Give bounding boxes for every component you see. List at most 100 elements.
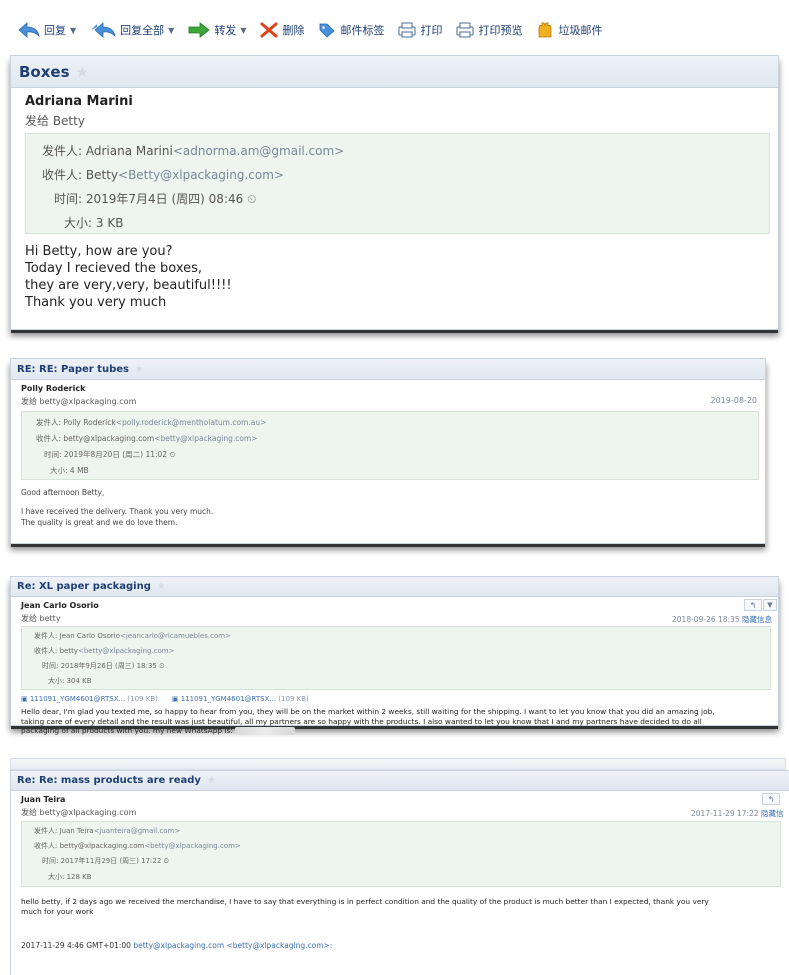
- to-email[interactable]: <betty@xlpackaging.com>: [154, 434, 257, 443]
- time-row: 时间: 2018年9月26日 (周三) 18:35 ⏲: [42, 661, 165, 671]
- delete-label: 删除: [282, 24, 305, 37]
- sender-name[interactable]: Jean Carlo Osorio: [21, 601, 99, 610]
- partial-top-strip: [10, 758, 786, 770]
- from-name[interactable]: Juan Teira: [60, 827, 94, 835]
- attachment-item[interactable]: ▣ 111091_YGM4601@RTSX... (109 KB): [21, 695, 158, 703]
- email-date: 2017-11-29 17:22 隐藏信: [691, 808, 783, 819]
- attachment-size: (109 KB): [127, 695, 158, 703]
- body-line: Thank you very much: [25, 295, 167, 310]
- reply-small-button[interactable]: ↰: [762, 793, 780, 805]
- sender-name[interactable]: Adriana Marini: [25, 94, 133, 109]
- spam-button[interactable]: 垃圾邮件: [536, 22, 602, 38]
- clock-icon[interactable]: ⏲: [164, 857, 169, 865]
- hide-info-link[interactable]: 隐藏信: [761, 809, 784, 818]
- subject-bar: Boxes ★: [11, 56, 778, 88]
- time-row: 时间: 2017年11月29日 (周三) 17:22 ⏲: [42, 856, 169, 866]
- size-value: 304 KB: [66, 677, 92, 685]
- attachment-name[interactable]: 111091_YGM4601@RTSX...: [181, 695, 276, 703]
- from-email[interactable]: <jeancarlo@ricamuebles.com>: [120, 632, 231, 640]
- size-row: 大小: 128 KB: [48, 872, 92, 882]
- time-row: 时间: 2019年8月20日 (周二) 11:02 ⏲: [44, 449, 175, 460]
- sender-name[interactable]: Juan Teira: [21, 795, 65, 804]
- from-label: 发件人:: [34, 827, 58, 835]
- chevron-down-icon[interactable]: ▼: [70, 26, 76, 35]
- printer-icon: [398, 22, 416, 38]
- clock-icon[interactable]: ⏲: [159, 662, 164, 670]
- body-line-with-redaction: packaging of all products with you. my n…: [21, 726, 773, 736]
- spam-icon: [539, 22, 552, 38]
- to-email[interactable]: <betty@xlpackaging.com>: [78, 647, 174, 655]
- from-email[interactable]: <adnorma.am@gmail.com>: [173, 144, 344, 158]
- from-row: 发件人: Adriana Marini<adnorma.am@gmail.com…: [42, 142, 344, 159]
- reply-all-label: 回复全部: [120, 24, 165, 37]
- hide-info-link[interactable]: 隐藏信息: [742, 615, 772, 624]
- reply-small-button[interactable]: ↰: [744, 599, 762, 611]
- quote-prefix: 2017-11-29 4:46 GMT+01:00: [21, 941, 131, 950]
- to-email[interactable]: <Betty@xlpackaging.com>: [118, 168, 284, 182]
- star-icon[interactable]: ★: [76, 63, 89, 81]
- body-line: taking care of every detail and the resu…: [21, 716, 702, 726]
- from-email[interactable]: <juanteira@gmail.com>: [94, 827, 181, 835]
- print-preview-button[interactable]: 打印预览: [456, 22, 522, 38]
- star-icon[interactable]: ★: [135, 364, 144, 375]
- attachment-item[interactable]: ▣ 111091_YGM4601@RTSX... (109 KB): [172, 695, 309, 703]
- from-name[interactable]: Adriana Marini: [86, 144, 173, 158]
- subject-title: RE: RE: Paper tubes: [17, 363, 129, 375]
- to-label: 收件人:: [42, 168, 83, 182]
- email-panel-2: RE: RE: Paper tubes ★ Polly Roderick 发给 …: [10, 358, 766, 544]
- reply-button[interactable]: 回复 ▼: [18, 22, 76, 38]
- image-file-icon: ▣: [21, 695, 28, 703]
- print-button[interactable]: 打印: [398, 22, 442, 38]
- body-line: much for your work: [21, 907, 94, 916]
- subject-bar: Re: XL paper packaging ★: [11, 577, 778, 597]
- chevron-down-icon[interactable]: ▼: [240, 26, 246, 35]
- forward-button[interactable]: 转发 ▼: [188, 22, 246, 38]
- email-panel-3: Re: XL paper packaging ★ Jean Carlo Osor…: [10, 576, 779, 735]
- from-name[interactable]: Jean Carlo Osorio: [60, 632, 120, 640]
- recipient-line: 发给 betty: [21, 614, 61, 623]
- chevron-down-icon[interactable]: ▼: [168, 26, 174, 35]
- to-label: 收件人:: [36, 434, 62, 443]
- to-row: 收件人: Betty<Betty@xlpackaging.com>: [42, 166, 284, 183]
- reply-label: 回复: [44, 24, 66, 37]
- clock-icon[interactable]: ⏲: [169, 450, 175, 459]
- to-name[interactable]: betty@xlpackaging.com: [63, 434, 154, 443]
- header-details: 发件人: Polly Roderick<polly.roderick@menth…: [21, 411, 759, 480]
- email-date: 2018-09-26 18:35 隐藏信息: [672, 614, 772, 625]
- attachment-name[interactable]: 111091_YGM4601@RTSX...: [30, 695, 125, 703]
- to-name[interactable]: betty@xlpackaging.com: [60, 842, 145, 850]
- delete-button[interactable]: 删除: [260, 22, 304, 38]
- time-label: 时间:: [54, 192, 83, 206]
- spam-label: 垃圾邮件: [558, 24, 603, 37]
- star-icon[interactable]: ★: [157, 581, 166, 592]
- to-name[interactable]: betty: [60, 647, 78, 655]
- size-row: 大小: 4 MB: [50, 465, 89, 476]
- sender-name[interactable]: Polly Roderick: [21, 384, 85, 393]
- time-label: 时间:: [42, 857, 59, 865]
- from-row: 发件人: Juan Teira<juanteira@gmail.com>: [34, 826, 180, 836]
- from-email[interactable]: <polly.roderick@mentholatum.com.au>: [116, 418, 267, 427]
- reply-icon: [18, 22, 40, 38]
- quoted-header: 2017-11-29 4:46 GMT+01:00 betty@xlpackag…: [21, 941, 332, 950]
- body-line: Good afternoon Betty,: [21, 488, 105, 497]
- attachment-size: (109 KB): [278, 695, 309, 703]
- body-line: Hi Betty, how are you?: [25, 244, 173, 259]
- forward-icon: [188, 22, 210, 38]
- subject-title: Boxes: [19, 62, 70, 81]
- more-dropdown-button[interactable]: ▼: [763, 599, 777, 611]
- clock-icon[interactable]: ⏲: [247, 192, 256, 206]
- from-name[interactable]: Polly Roderick: [63, 418, 115, 427]
- to-name[interactable]: Betty: [86, 168, 118, 182]
- to-row: 收件人: betty<betty@xlpackaging.com>: [34, 646, 174, 656]
- to-email[interactable]: <betty@xlpackaging.com>: [144, 842, 240, 850]
- size-value: 128 KB: [66, 873, 92, 881]
- size-row: 大小: 3 KB: [64, 214, 123, 231]
- mail-tag-button[interactable]: 邮件标签: [318, 22, 384, 38]
- reply-all-button[interactable]: 回复全部 ▼: [90, 22, 174, 38]
- subject-title: Re: Re: mass products are ready: [17, 775, 201, 786]
- star-icon[interactable]: ★: [207, 775, 216, 786]
- from-row: 发件人: Jean Carlo Osorio<jeancarlo@ricamue…: [34, 631, 231, 641]
- to-row: 收件人: betty@xlpackaging.com<betty@xlpacka…: [34, 841, 241, 851]
- subject-bar: RE: RE: Paper tubes ★: [11, 359, 765, 380]
- quote-email-link[interactable]: betty@xlpackaging.com <betty@xlpackaging…: [133, 941, 332, 950]
